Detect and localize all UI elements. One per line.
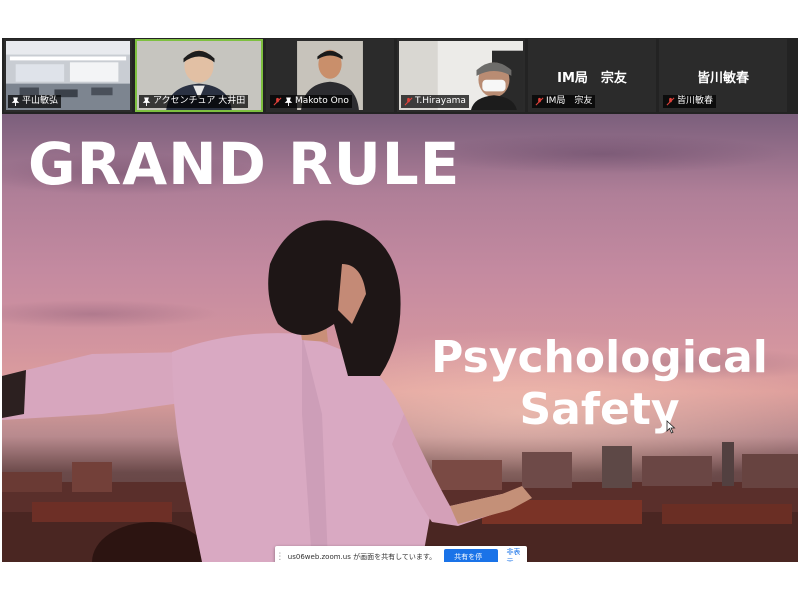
- muted-mic-icon: [404, 97, 413, 106]
- participant-tile[interactable]: Makoto Ono: [266, 39, 394, 112]
- pin-icon: [11, 97, 20, 106]
- participant-nametag: Makoto Ono: [270, 95, 352, 108]
- slide-subtitle-line2: Safety: [519, 384, 680, 435]
- participant-name: アクセンチュア 大井田: [153, 96, 246, 106]
- hide-button[interactable]: 非表示: [506, 547, 527, 562]
- slide-subtitle-line1: Psychological: [431, 332, 768, 383]
- mouse-cursor-icon: [666, 420, 676, 434]
- pin-icon: [284, 97, 293, 106]
- screen-share-notification-bar: ⋮ us06web.zoom.us が画面を共有しています。 共有を停止 非表示: [275, 546, 527, 562]
- participant-nametag: T.Hirayama: [401, 95, 469, 108]
- participant-tile-no-video[interactable]: IM局 宗友 IM局 宗友: [528, 39, 656, 112]
- participant-name: 平山敏弘: [22, 96, 59, 106]
- participant-tile[interactable]: 平山敏弘: [4, 39, 132, 112]
- participant-tile-active-speaker[interactable]: アクセンチュア 大井田: [135, 39, 263, 112]
- participant-name: IM局 宗友: [546, 96, 593, 106]
- participant-tile-no-video[interactable]: 皆川敏春 皆川敏春: [659, 39, 787, 112]
- stop-sharing-button[interactable]: 共有を停止: [444, 549, 499, 562]
- participant-nametag: IM局 宗友: [532, 95, 596, 108]
- muted-mic-icon: [666, 97, 675, 106]
- share-message: us06web.zoom.us が画面を共有しています。: [287, 553, 437, 561]
- muted-mic-icon: [535, 97, 544, 106]
- drag-handle-icon[interactable]: ⋮: [275, 552, 285, 562]
- participant-name: T.Hirayama: [415, 96, 466, 106]
- participant-name: 皆川敏春: [677, 96, 714, 106]
- participant-display-name: 皆川敏春: [696, 71, 749, 86]
- slide-subtitle: Psychological Safety: [407, 332, 792, 436]
- participant-display-name: IM局 宗友: [557, 71, 627, 86]
- shared-screen-slide: GRAND RULE Psychological Safety ⋮ us06we…: [2, 114, 798, 562]
- participant-nametag: 平山敏弘: [8, 95, 62, 108]
- zoom-meeting-window: 平山敏弘 アクセンチュア 大井田 Makoto Ono T.Hirayama I…: [2, 38, 798, 562]
- participant-tile[interactable]: T.Hirayama: [397, 39, 525, 112]
- pin-icon: [142, 97, 151, 106]
- participant-strip: 平山敏弘 アクセンチュア 大井田 Makoto Ono T.Hirayama I…: [2, 38, 798, 114]
- participant-nametag: 皆川敏春: [663, 95, 717, 108]
- participant-nametag: アクセンチュア 大井田: [139, 95, 249, 108]
- muted-mic-icon: [273, 97, 282, 106]
- participant-name: Makoto Ono: [295, 96, 349, 106]
- slide-title: GRAND RULE: [28, 130, 461, 198]
